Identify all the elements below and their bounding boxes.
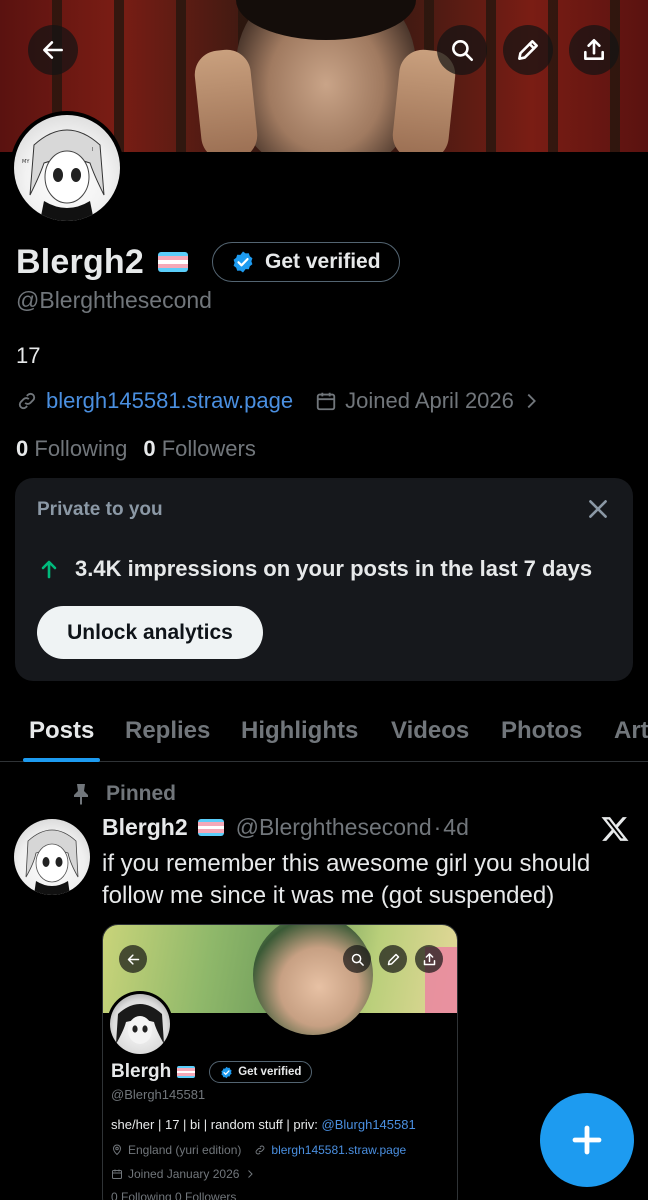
chevron-right-icon[interactable] [520, 390, 542, 412]
pinned-label: Pinned [106, 782, 177, 805]
embed-get-verified: Get verified [209, 1061, 313, 1083]
tab-art[interactable]: Art [614, 700, 648, 762]
following-count-link[interactable]: 0 Following [16, 436, 127, 462]
embed-search-button [343, 945, 371, 973]
share-button[interactable] [569, 25, 619, 75]
share-icon [584, 38, 604, 60]
back-arrow-icon [43, 41, 63, 59]
embed-share-button [415, 945, 443, 973]
embed-meta-location: England (yuri edition) blergh145581.stra… [111, 1143, 406, 1157]
tab-photos[interactable]: Photos [501, 700, 582, 762]
verified-badge-icon [221, 1066, 232, 1078]
followers-count-link[interactable]: 0 Followers [143, 436, 256, 462]
avatar-image [116, 1004, 164, 1044]
trans-flag-emoji [177, 1066, 196, 1078]
joined-date[interactable]: Joined April 2026 [345, 388, 514, 414]
verified-badge-icon [233, 251, 253, 273]
location-icon [112, 1144, 122, 1156]
post-author-name[interactable]: Blergh2 [102, 814, 188, 841]
profile-name: Blergh2 [16, 242, 144, 281]
up-arrow-icon [41, 560, 57, 579]
private-card-title: Private to you [37, 499, 163, 520]
back-button[interactable] [28, 25, 78, 75]
profile-avatar[interactable]: I MY [10, 111, 124, 225]
close-icon [589, 500, 607, 518]
embed-back-button [119, 945, 147, 973]
post-time[interactable]: 4d [443, 814, 469, 841]
embed-avatar [107, 991, 173, 1057]
tab-highlights[interactable]: Highlights [241, 700, 358, 762]
edit-pencil-icon [387, 953, 399, 965]
embed-follow-counts: 0 Following 0 Followers [111, 1190, 237, 1200]
svg-text:I: I [92, 147, 93, 153]
edit-pencil-icon [518, 40, 538, 60]
trans-flag-emoji [158, 252, 188, 272]
svg-text:MY: MY [22, 159, 30, 165]
compose-plus-icon [572, 1125, 602, 1155]
embed-meta-joined: Joined January 2026 [111, 1167, 256, 1181]
private-analytics-card: Private to you 3.4K impressions on your … [15, 478, 633, 681]
get-verified-label: Get verified [265, 250, 381, 273]
compose-post-button[interactable] [540, 1093, 634, 1187]
search-icon [351, 953, 364, 966]
post-author-avatar[interactable] [14, 819, 90, 895]
get-verified-button[interactable]: Get verified [212, 242, 400, 282]
link-icon [18, 392, 36, 410]
tab-replies[interactable]: Replies [125, 700, 210, 762]
chevron-right-icon [248, 1170, 254, 1178]
back-arrow-icon [127, 953, 139, 965]
profile-bio: 17 [16, 343, 41, 368]
embed-bio: she/her | 17 | bi | random stuff | priv:… [111, 1117, 416, 1132]
post-text: if you remember this awesome girl you sh… [102, 850, 591, 909]
post-media-image[interactable]: Blergh Get verified @Blergh145581 she/he… [102, 924, 458, 1200]
embed-handle: @Blergh145581 [111, 1087, 206, 1102]
avatar-image: I MY [22, 129, 105, 221]
link-icon [256, 1145, 265, 1155]
pin-icon [74, 784, 88, 805]
profile-tabs: Posts Replies Highlights Videos Photos A… [0, 700, 648, 762]
embed-edit-button [379, 945, 407, 973]
post-separator: · [433, 814, 442, 840]
embed-profile-name: Blergh [111, 1061, 172, 1082]
impressions-text: 3.4K impressions on your posts in the la… [75, 556, 593, 581]
share-icon [423, 952, 435, 965]
unlock-analytics-button[interactable]: Unlock analytics [37, 606, 263, 659]
x-logo-icon [601, 817, 629, 841]
profile-handle: @Blerghthesecond [16, 287, 212, 313]
tab-videos[interactable]: Videos [391, 700, 469, 762]
trans-flag-emoji [197, 819, 224, 836]
avatar-image [25, 829, 79, 895]
calendar-icon [112, 1169, 122, 1179]
tab-posts[interactable]: Posts [22, 700, 101, 762]
close-card-button[interactable] [585, 496, 611, 522]
search-button[interactable] [437, 25, 487, 75]
edit-button[interactable] [503, 25, 553, 75]
profile-website-link[interactable]: blergh145581.straw.page [46, 388, 293, 414]
calendar-icon [316, 392, 336, 411]
search-icon [452, 40, 474, 62]
post-author-handle[interactable]: @Blerghthesecond [236, 814, 432, 841]
